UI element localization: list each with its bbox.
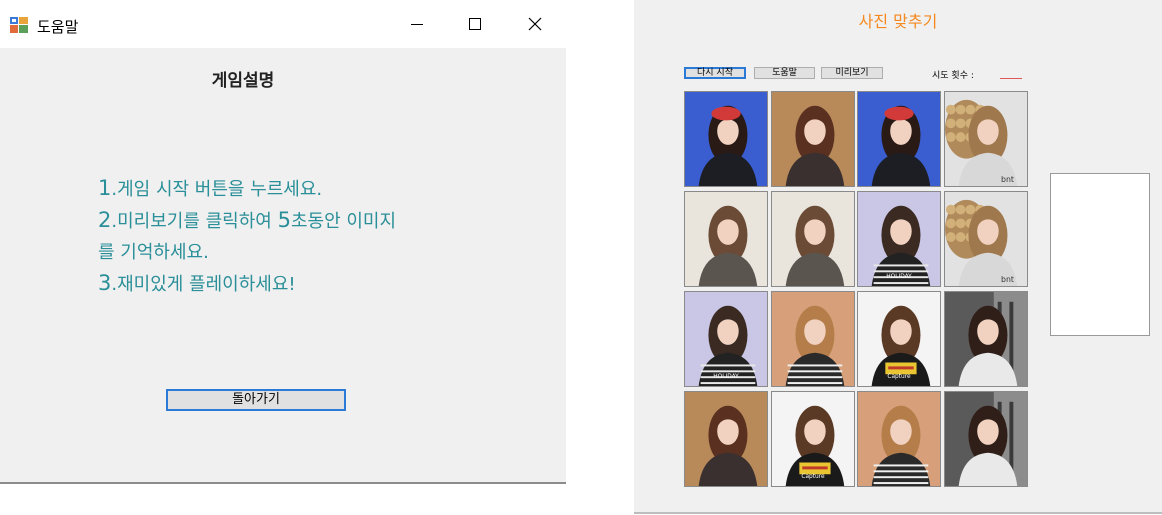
instruction-line-2: 2.미리보기를 클릭하여 5초동안 이미지 (98, 205, 478, 237)
card-caption: bnt (1001, 275, 1014, 284)
photo-bnt-flowers-image: bnt (945, 92, 1027, 186)
photo-red-beret-image (858, 92, 940, 186)
card-photo-wavy-hair[interactable] (857, 391, 941, 487)
card-photo-capture-shirt[interactable]: Capture (771, 391, 855, 487)
photo-wavy-hair-image (858, 392, 940, 486)
photo-wavy-hair-image (772, 292, 854, 386)
card-caption: Capture (887, 374, 911, 380)
card-caption: HOLIDAY (713, 374, 739, 380)
restart-button[interactable]: 다시 시작 (684, 67, 746, 79)
help-dialog: 도움말 게임설명 1.게임 시작 버튼을 누르세요. 2.미리보기를 클릭하여 … (0, 0, 566, 484)
instruction-line-1: 1.게임 시작 버튼을 누르세요. (98, 173, 478, 205)
seconds-number: 5 (277, 208, 291, 232)
step-text: .게임 시작 버튼을 누르세요. (111, 179, 323, 200)
photo-bnt-flowers-image: bnt (945, 192, 1027, 286)
help-heading: 게임설명 (211, 71, 275, 91)
tries-label: 시도 횟수 : (932, 71, 974, 81)
maximize-icon (469, 18, 481, 30)
photo-long-hair-image (772, 192, 854, 286)
card-caption: Capture (801, 474, 825, 480)
card-photo-bnt-flowers[interactable]: bnt (944, 91, 1028, 187)
close-button[interactable] (506, 0, 564, 48)
minimize-button[interactable] (388, 0, 446, 48)
card-photo-brown-hair[interactable] (771, 91, 855, 187)
step-text: .미리보기를 클릭하여 (111, 211, 278, 232)
card-photo-wavy-hair[interactable] (771, 291, 855, 387)
card-photo-holiday-shirt[interactable]: HOLIDAY (684, 291, 768, 387)
help-titlebar: 도움말 (0, 0, 566, 48)
card-photo-bnt-flowers[interactable]: bnt (944, 191, 1028, 287)
card-photo-sitting[interactable] (944, 291, 1028, 387)
step-number: 1 (98, 176, 112, 200)
photo-red-beret-image (685, 92, 767, 186)
app-icon (10, 17, 28, 33)
card-grid: bnt HOLIDAY bnt HOLIDAY Capture Capture (684, 91, 1029, 488)
photo-sitting-image (945, 392, 1027, 486)
game-title: 사진 맞추기 (858, 12, 938, 31)
card-photo-red-beret[interactable] (684, 91, 768, 187)
card-photo-holiday-shirt[interactable]: HOLIDAY (857, 191, 941, 287)
card-photo-brown-hair[interactable] (684, 391, 768, 487)
tries-value (1000, 66, 1022, 79)
card-photo-red-beret[interactable] (857, 91, 941, 187)
photo-brown-hair-image (685, 392, 767, 486)
instruction-line-3: 3.재미있게 플레이하세요! (98, 268, 478, 300)
preview-box (1050, 173, 1150, 336)
card-caption: bnt (1001, 175, 1014, 184)
photo-long-hair-image (685, 192, 767, 286)
card-photo-sitting[interactable] (944, 391, 1028, 487)
back-button[interactable]: 돌아가기 (166, 389, 346, 411)
photo-capture-shirt-image: Capture (858, 292, 940, 386)
card-caption: HOLIDAY (886, 274, 912, 280)
step-number: 3 (98, 271, 112, 295)
photo-brown-hair-image (772, 92, 854, 186)
instruction-line-2-cont: 를 기억하세요. (98, 237, 478, 268)
card-photo-long-hair[interactable] (684, 191, 768, 287)
photo-sitting-image (945, 292, 1027, 386)
step-number: 2 (98, 208, 112, 232)
step-text: 초동안 이미지 (290, 211, 397, 232)
card-photo-long-hair[interactable] (771, 191, 855, 287)
help-button[interactable]: 도움말 (754, 67, 815, 79)
photo-capture-shirt-image: Capture (772, 392, 854, 486)
close-icon (528, 17, 542, 31)
card-photo-capture-shirt[interactable]: Capture (857, 291, 941, 387)
step-text: 를 기억하세요. (98, 242, 209, 263)
game-window: 사진 맞추기 다시 시작 도움말 미리보기 시도 횟수 : bnt HOLIDAY… (634, 0, 1162, 514)
instructions: 1.게임 시작 버튼을 누르세요. 2.미리보기를 클릭하여 5초동안 이미지 … (98, 173, 478, 300)
step-text: .재미있게 플레이하세요! (111, 274, 296, 295)
photo-holiday-shirt-image: HOLIDAY (858, 192, 940, 286)
maximize-button[interactable] (446, 0, 504, 48)
window-title: 도움말 (37, 18, 79, 36)
photo-holiday-shirt-image: HOLIDAY (685, 292, 767, 386)
preview-button[interactable]: 미리보기 (821, 67, 883, 79)
minimize-icon (411, 24, 423, 25)
